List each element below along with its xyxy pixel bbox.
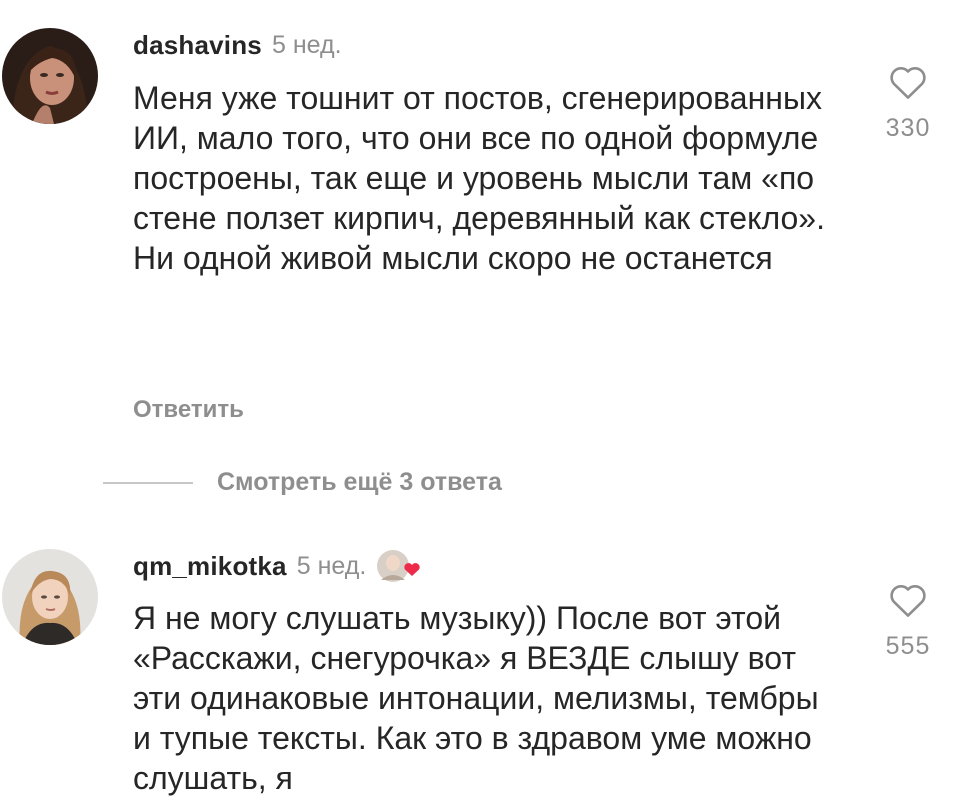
comment-text: Меня уже тошнит от постов, сгенерированн… (133, 80, 825, 276)
like-column: 330 (870, 64, 946, 143)
avatar-image (2, 28, 98, 124)
heart-outline-icon[interactable] (888, 64, 928, 100)
like-count: 330 (885, 114, 931, 142)
avatar-image (2, 549, 98, 645)
like-column: 555 (870, 582, 946, 661)
avatar[interactable] (2, 549, 98, 645)
comment-time: 5 нед. (271, 31, 342, 59)
author-liked-heart-icon (376, 546, 420, 586)
divider-line (103, 481, 193, 484)
avatar[interactable] (2, 28, 98, 124)
comment-username[interactable]: qm_mikotka (133, 551, 287, 582)
view-replies-button[interactable]: Смотреть ещё 3 ответа (103, 468, 502, 497)
comment-time: 5 нед. (296, 551, 367, 580)
reply-button[interactable]: Ответить (133, 396, 244, 424)
comment-username[interactable]: dashavins (133, 30, 262, 61)
view-replies-label: Смотреть ещё 3 ответа (217, 468, 502, 496)
comment-text: Я не могу слушать музыку)) После вот это… (133, 600, 819, 796)
heart-outline-icon[interactable] (888, 582, 928, 618)
like-count: 555 (885, 632, 931, 660)
